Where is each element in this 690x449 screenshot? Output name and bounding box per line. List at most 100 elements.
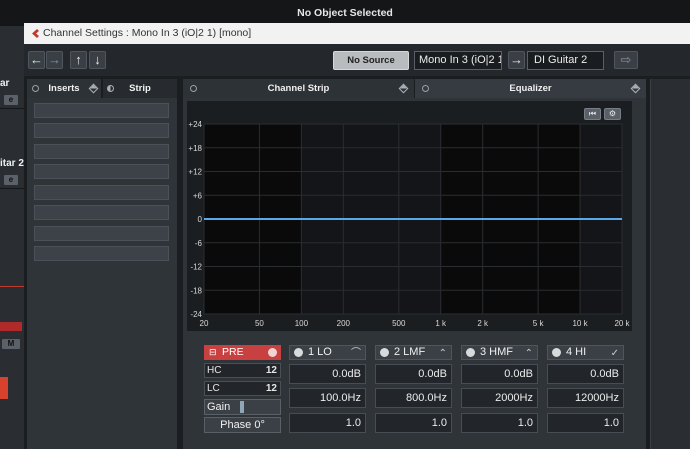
inserts-power-icon[interactable]	[32, 85, 39, 92]
db-tick-label: -24	[190, 310, 202, 319]
insert-slot-2[interactable]	[34, 123, 169, 138]
band-3-label: 3 HMF	[480, 346, 513, 358]
gain-label: Gain	[207, 401, 231, 413]
insert-slot-8[interactable]	[34, 246, 169, 261]
edit-channel-button-1[interactable]: e	[4, 95, 18, 105]
band-4-gain[interactable]: 0.0dB	[547, 364, 624, 384]
record-strip	[0, 322, 22, 331]
eq-curve-display[interactable]: +24 +18 +12 +6 0 -6 -12 -18 -24 20 50 100 200 500 1 k 2…	[187, 101, 632, 331]
band-3-frequency[interactable]: 2000Hz	[461, 388, 538, 408]
status-title: No Object Selected	[297, 7, 393, 19]
channel-strip-power-icon[interactable]	[190, 85, 197, 92]
right-panel	[650, 79, 690, 449]
band-4-label: 4 HI	[566, 346, 587, 358]
divider	[0, 188, 24, 189]
insert-slot-3[interactable]	[34, 144, 169, 159]
channel-settings-screen: No Object Selected ar e itar 2 e M Chann…	[0, 0, 690, 449]
band-4-frequency[interactable]: 12000Hz	[547, 388, 624, 408]
pre-bypass-icon[interactable]	[268, 348, 277, 357]
back-arrow-icon[interactable]: ←	[28, 51, 45, 69]
band-2-label: 2 LMF	[394, 346, 426, 358]
strip-state-icon[interactable]	[107, 85, 114, 92]
db-tick-label: -12	[190, 263, 202, 272]
hc-slope: 12	[265, 365, 277, 376]
eq-graph-svg: +24 +18 +12 +6 0 -6 -12 -18 -2420 50 100 200 500 1 k 2…	[188, 120, 630, 328]
down-arrow-icon[interactable]: ↓	[89, 51, 106, 69]
freq-tick-label: 100	[295, 319, 309, 328]
eq-reset-icon[interactable]: ⏮	[584, 108, 601, 120]
freq-tick-label: 500	[392, 319, 406, 328]
band-2-q[interactable]: 1.0	[375, 413, 452, 433]
band-3-header[interactable]: 3 HMF ⌃	[461, 345, 538, 360]
band-4-q[interactable]: 1.0	[547, 413, 624, 433]
pre-section-icon: ⊟	[209, 347, 217, 357]
pre-label: PRE	[222, 346, 244, 358]
band-4-shape-icon[interactable]: ✓	[611, 347, 619, 360]
output-routing-arrow-icon[interactable]: →	[508, 51, 525, 69]
track-name-fragment-2: itar 2	[0, 158, 24, 169]
equalizer-power-icon[interactable]	[422, 85, 429, 92]
output-routing-field[interactable]: DI Guitar 2	[527, 51, 604, 70]
band-3-gain[interactable]: 0.0dB	[461, 364, 538, 384]
input-source-button[interactable]: No Source	[333, 51, 409, 70]
freq-tick-label: 2 k	[477, 319, 489, 328]
insert-slot-5[interactable]	[34, 185, 169, 200]
gain-slider-handle[interactable]	[240, 401, 244, 413]
freq-tick-label: 200	[337, 319, 351, 328]
tab-equalizer[interactable]: Equalizer	[415, 79, 646, 98]
band-2-gain[interactable]: 0.0dB	[375, 364, 452, 384]
band-1-label: 1 LO	[308, 346, 332, 358]
lc-label: LC	[207, 383, 220, 394]
db-tick-label: 0	[198, 215, 203, 224]
forward-arrow-icon[interactable]: →	[46, 51, 63, 69]
band-1-gain[interactable]: 0.0dB	[289, 364, 366, 384]
band-1-q[interactable]: 1.0	[289, 413, 366, 433]
insert-slot-1[interactable]	[34, 103, 169, 118]
band-2-power-icon[interactable]	[380, 348, 389, 357]
band-2-header[interactable]: 2 LMF ⌃	[375, 345, 452, 360]
phase-label: Phase 0°	[220, 419, 265, 431]
tab-equalizer-label: Equalizer	[509, 83, 552, 94]
link-channel-icon[interactable]: ⇨	[614, 51, 638, 69]
tab-strip[interactable]: Strip	[103, 79, 177, 98]
db-tick-label: +24	[188, 120, 202, 129]
low-cut-filter[interactable]: LC 12	[204, 381, 281, 396]
tab-channel-strip-label: Channel Strip	[267, 83, 330, 94]
band-1-shape-icon[interactable]: ⌒	[351, 347, 361, 360]
band-3-shape-icon[interactable]: ⌃	[525, 347, 533, 360]
high-cut-filter[interactable]: HC 12	[204, 363, 281, 378]
freq-tick-label: 50	[255, 319, 264, 328]
band-2-frequency[interactable]: 800.0Hz	[375, 388, 452, 408]
db-tick-label: +18	[188, 144, 202, 153]
band-3-q[interactable]: 1.0	[461, 413, 538, 433]
mute-button[interactable]: M	[2, 339, 20, 349]
eq-settings-icon[interactable]: ⚙	[604, 108, 621, 120]
band-1-power-icon[interactable]	[294, 348, 303, 357]
band-1-header[interactable]: 1 LO ⌒	[289, 345, 366, 360]
phase-button[interactable]: Phase 0°	[204, 417, 281, 433]
pre-gain-slider[interactable]: Gain	[204, 399, 281, 415]
track-name-fragment-1: ar	[0, 78, 10, 89]
hc-label: HC	[207, 365, 222, 376]
freq-tick-label: 10 k	[572, 319, 588, 328]
freq-tick-label: 20 k	[614, 319, 630, 328]
band-2-shape-icon[interactable]: ⌃	[439, 347, 447, 360]
insert-slot-6[interactable]	[34, 205, 169, 220]
divider	[0, 286, 24, 287]
insert-slot-4[interactable]	[34, 164, 169, 179]
pre-filter-header[interactable]: ⊟ PRE	[204, 345, 281, 360]
freq-tick-label: 20	[200, 319, 209, 328]
db-tick-label: -18	[190, 286, 202, 295]
insert-slot-7[interactable]	[34, 226, 169, 241]
band-1-frequency[interactable]: 100.0Hz	[289, 388, 366, 408]
up-arrow-icon[interactable]: ↑	[70, 51, 87, 69]
tab-channel-strip[interactable]: Channel Strip	[183, 79, 414, 98]
cubase-logo-icon	[32, 29, 39, 38]
band-4-power-icon[interactable]	[552, 348, 561, 357]
band-3-power-icon[interactable]	[466, 348, 475, 357]
freq-tick-label: 1 k	[435, 319, 447, 328]
band-4-header[interactable]: 4 HI ✓	[547, 345, 624, 360]
channel-name-field[interactable]: Mono In 3 (iO|2 1#	[414, 51, 502, 70]
meter-clip-indicator	[0, 377, 8, 399]
edit-channel-button-2[interactable]: e	[4, 175, 18, 185]
